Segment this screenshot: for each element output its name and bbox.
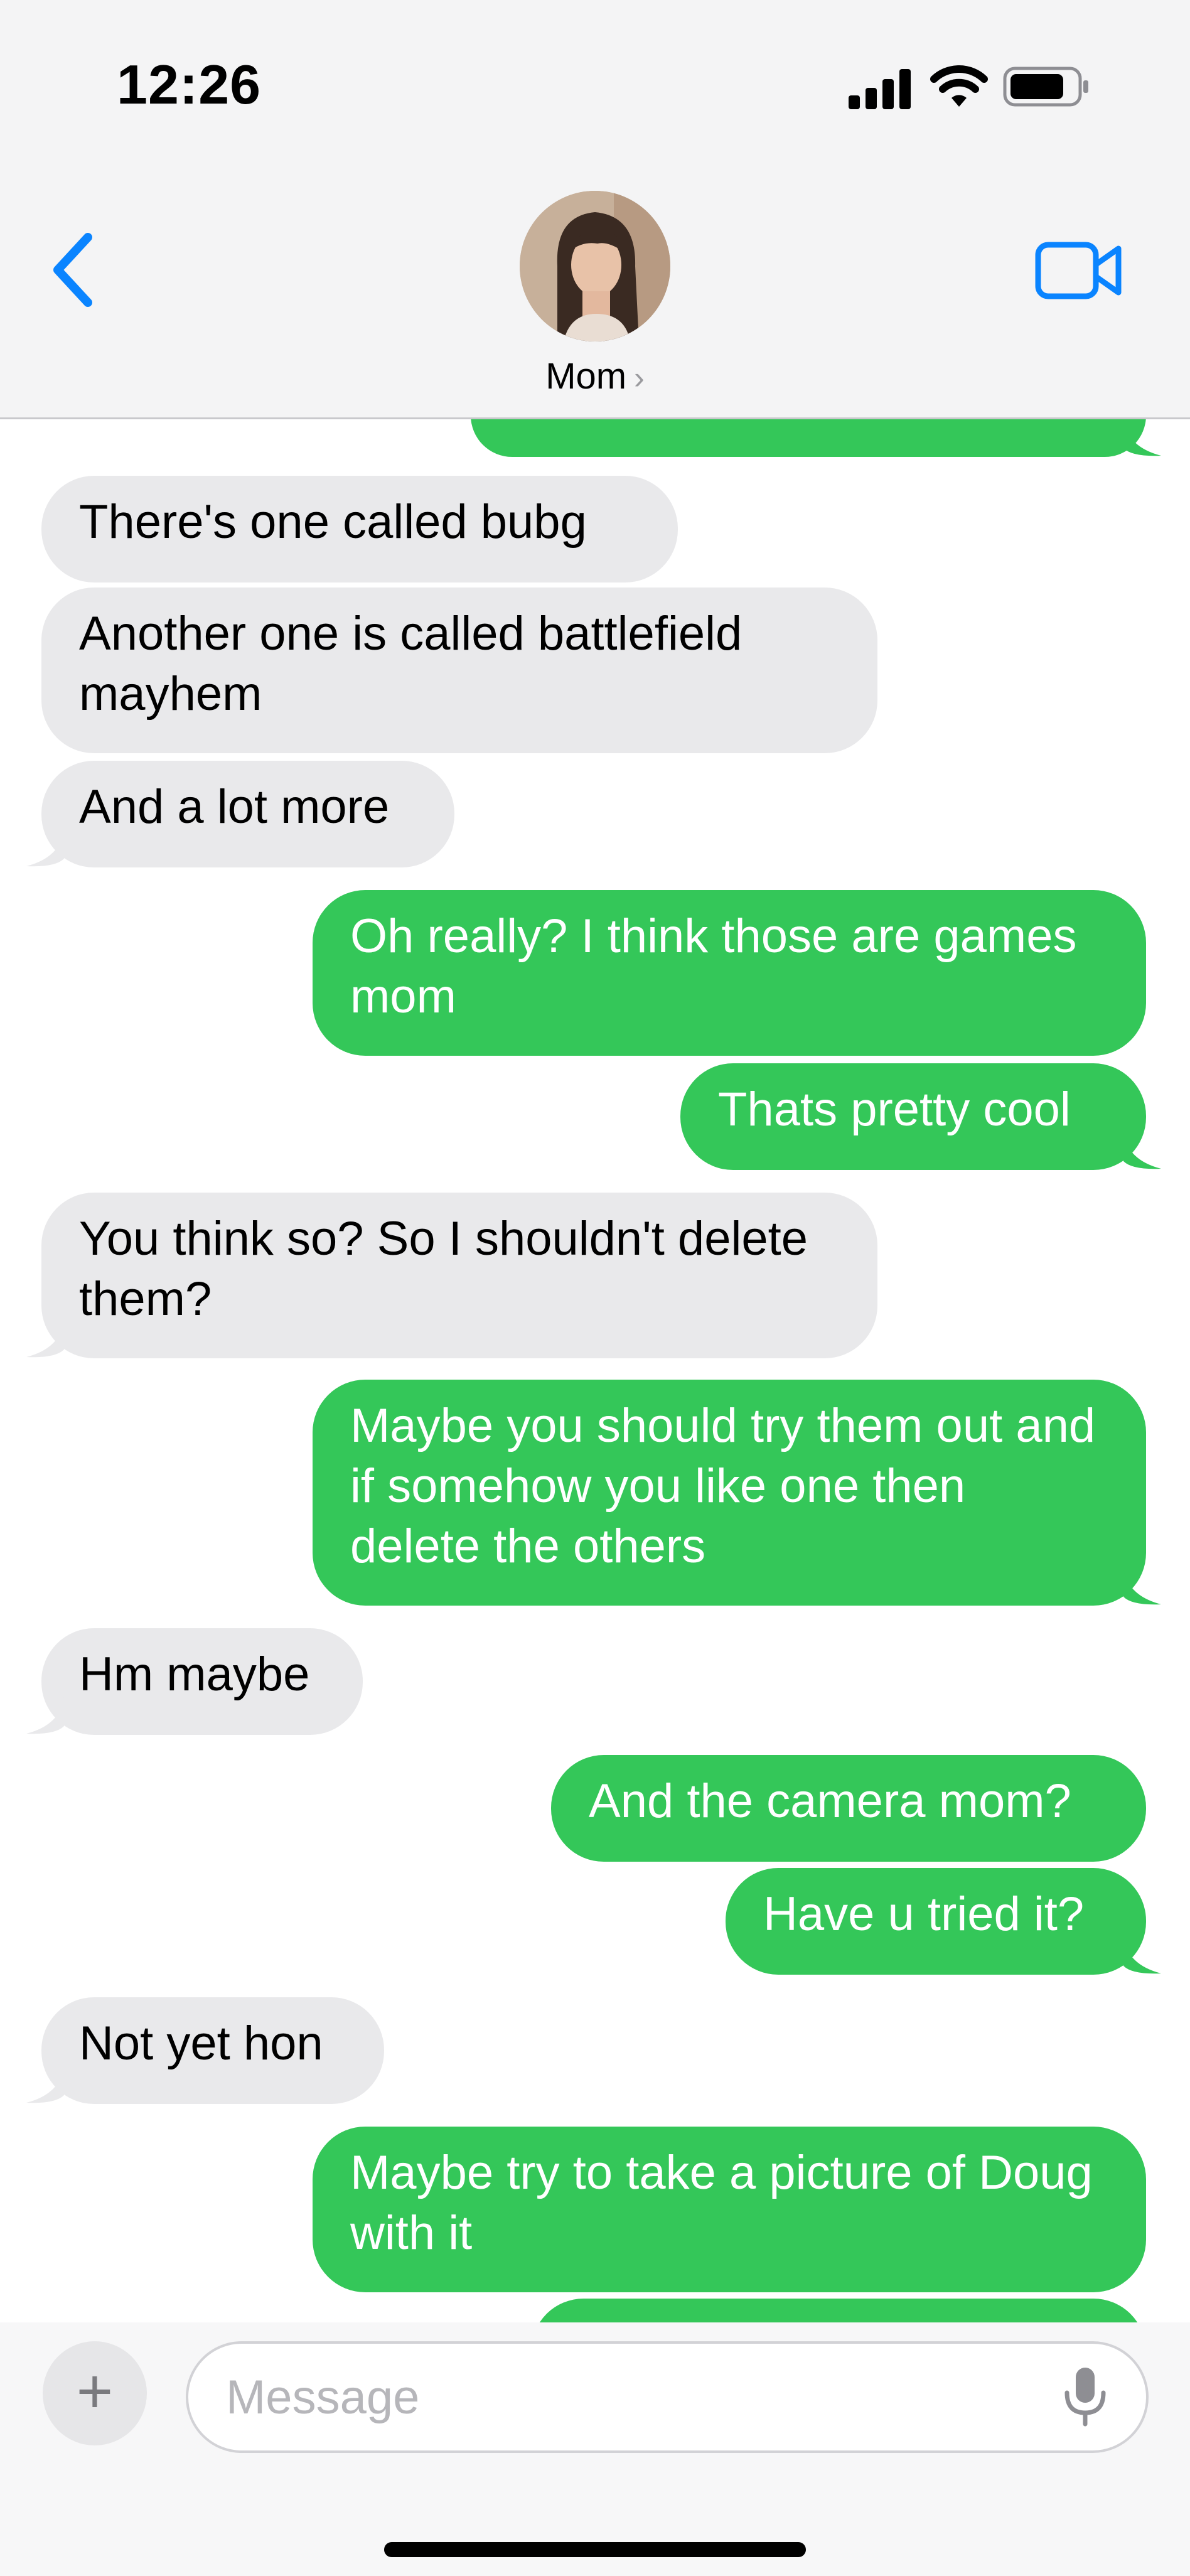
message-bubble-sent[interactable]: Maybe you should try them out and if som… (313, 1380, 1161, 1606)
add-attachment-button[interactable]: + (43, 2341, 147, 2445)
message-bubble-sent[interactable]: Thats pretty cool (680, 1063, 1161, 1170)
home-indicator[interactable] (384, 2542, 806, 2557)
message-bubble-received[interactable]: Hm maybe (26, 1628, 363, 1735)
video-camera-icon[interactable] (1034, 236, 1123, 305)
message-bubble-sent[interactable]: Maybe try to take a picture of Doug with… (313, 2127, 1146, 2292)
microphone-icon[interactable] (1057, 2365, 1113, 2428)
chevron-right-icon: › (634, 360, 645, 395)
message-bubble-sent[interactable] (471, 419, 1161, 457)
message-bubble-received[interactable]: Not yet hon (26, 1997, 384, 2104)
message-bubble-received[interactable]: You think so? So I shouldn't delete them… (26, 1193, 877, 1358)
message-bubble-sent[interactable] (531, 2299, 1146, 2322)
conversation-header: Mom › (0, 176, 1190, 419)
message-bubble-sent[interactable]: Oh really? I think those are games mom (313, 890, 1146, 1056)
message-bubble-received[interactable]: There's one called bubg (41, 476, 678, 582)
message-bubble-sent[interactable]: Have u tried it? (726, 1868, 1161, 1975)
message-input[interactable] (226, 2344, 1029, 2450)
avatar[interactable] (520, 191, 670, 341)
status-time: 12:26 (117, 53, 262, 115)
contact-name-button[interactable]: Mom › (0, 355, 1190, 397)
message-bubble-received[interactable]: Another one is called battlefield mayhem (41, 588, 877, 753)
message-bubble-sent[interactable]: And the camera mom? (551, 1755, 1146, 1862)
contact-name: Mom (545, 356, 627, 397)
message-bubble-received[interactable]: And a lot more (26, 761, 454, 867)
plus-icon: + (76, 2356, 114, 2427)
signal-icon (849, 69, 911, 109)
wifi-icon (930, 65, 988, 107)
message-field[interactable] (186, 2341, 1149, 2453)
status-bar: 12:26 (0, 0, 1190, 176)
compose-bar: + (0, 2322, 1190, 2576)
message-list[interactable]: There's one called bubg Another one is c… (0, 419, 1190, 2322)
chevron-left-icon[interactable] (44, 226, 100, 314)
battery-icon (1003, 67, 1088, 107)
